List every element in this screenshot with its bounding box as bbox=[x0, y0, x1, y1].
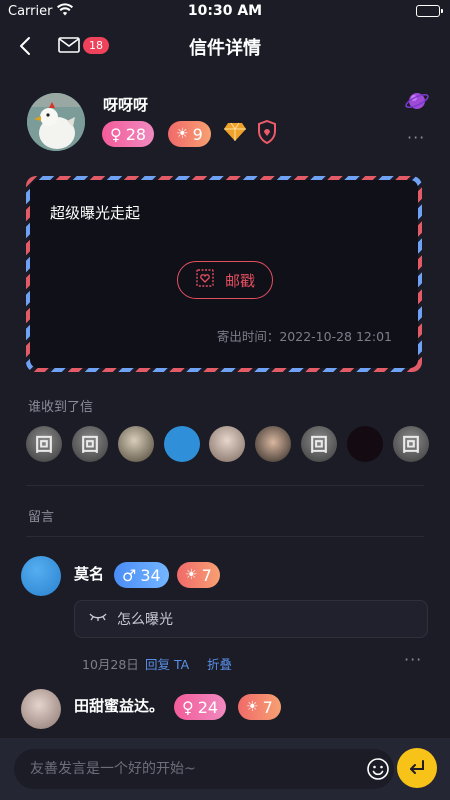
sender-name: 呀呀呀 bbox=[103, 96, 149, 114]
comments-label: 留言 bbox=[28, 510, 55, 525]
sender-avatar[interactable] bbox=[27, 93, 85, 151]
sun-icon: ☀ bbox=[185, 567, 198, 583]
eye-closed-icon[interactable] bbox=[89, 611, 107, 627]
sun-icon: ☀ bbox=[246, 699, 259, 715]
female-icon: ♀ bbox=[182, 697, 194, 717]
commenter-level-tag: ☀ 7 bbox=[238, 694, 281, 720]
postmark-label: 邮戳 bbox=[224, 271, 255, 290]
shield-badge-icon bbox=[257, 119, 277, 148]
divider bbox=[26, 536, 424, 537]
sender-age: 28 bbox=[125, 124, 147, 144]
receiver-avatar[interactable]: 回 bbox=[393, 426, 429, 462]
letter-content: 超级曝光走起 bbox=[50, 204, 141, 222]
commenter-gender-age-tag: ♀ 24 bbox=[174, 694, 227, 720]
postmark-button[interactable]: 邮戳 bbox=[177, 261, 273, 299]
fold-button[interactable]: 折叠 bbox=[207, 654, 232, 673]
comment-text: 怎么曝光 bbox=[117, 612, 173, 628]
receiver-avatar[interactable]: 回 bbox=[301, 426, 337, 462]
commenter-name: 田甜蜜益达。 bbox=[74, 697, 165, 715]
diamond-badge-icon bbox=[223, 122, 247, 146]
comment-date: 10月28日 bbox=[82, 657, 139, 672]
commenter-name: 莫名 bbox=[74, 565, 105, 583]
reply-button[interactable]: 回复 TA bbox=[145, 654, 189, 673]
sender-level-tag: ☀ 9 bbox=[168, 121, 211, 147]
commenter-gender-age-tag: ♂ 34 bbox=[114, 562, 169, 588]
comment-input-bar bbox=[0, 738, 450, 800]
sun-icon: ☀ bbox=[176, 126, 189, 142]
stamp-icon bbox=[195, 268, 215, 292]
receiver-avatar[interactable] bbox=[118, 426, 154, 462]
nav-bar: 18 信件详情 bbox=[0, 24, 450, 68]
more-options-icon[interactable]: ··· bbox=[407, 128, 425, 147]
sender-gender-age-tag: ♀ 28 bbox=[102, 121, 155, 147]
comment-more-icon[interactable]: ··· bbox=[404, 650, 422, 669]
receivers-list: 回 回 回 回 bbox=[26, 424, 450, 464]
comment-bubble: 怎么曝光 bbox=[74, 600, 428, 638]
receiver-avatar[interactable] bbox=[255, 426, 291, 462]
page-title: 信件详情 bbox=[189, 38, 261, 59]
sent-time: 寄出时间：2022-10-28 12:01 bbox=[216, 329, 392, 344]
receiver-avatar[interactable] bbox=[209, 426, 245, 462]
commenter-level: 7 bbox=[262, 697, 273, 717]
receiver-avatar[interactable]: 回 bbox=[26, 426, 62, 462]
receiver-avatar[interactable]: 回 bbox=[72, 426, 108, 462]
receivers-label: 谁收到了信 bbox=[28, 400, 94, 415]
emoji-icon[interactable] bbox=[366, 757, 390, 785]
letter-card: 超级曝光走起 邮戳 寄出时间：2022-10-28 12:01 bbox=[26, 176, 422, 372]
female-icon: ♀ bbox=[110, 124, 122, 144]
receiver-avatar[interactable] bbox=[347, 426, 383, 462]
commenter-level: 7 bbox=[201, 565, 212, 585]
commenter-age: 24 bbox=[197, 697, 219, 717]
divider bbox=[26, 485, 424, 486]
commenter-age: 34 bbox=[140, 565, 161, 585]
male-icon: ♂ bbox=[122, 565, 137, 585]
sender-level: 9 bbox=[192, 124, 203, 144]
planet-icon[interactable] bbox=[404, 88, 430, 118]
send-button[interactable] bbox=[397, 748, 437, 788]
status-bar: Carrier 10:30 AM bbox=[0, 0, 450, 24]
commenter-level-tag: ☀ 7 bbox=[177, 562, 220, 588]
commenter-avatar[interactable] bbox=[21, 556, 61, 596]
clock: 10:30 AM bbox=[187, 3, 263, 19]
comment-input[interactable] bbox=[30, 749, 350, 789]
enter-arrow-icon bbox=[410, 760, 424, 774]
commenter-avatar[interactable] bbox=[21, 689, 61, 729]
battery-icon bbox=[416, 5, 443, 17]
receiver-avatar[interactable] bbox=[164, 426, 200, 462]
comment-input-container bbox=[14, 749, 394, 789]
